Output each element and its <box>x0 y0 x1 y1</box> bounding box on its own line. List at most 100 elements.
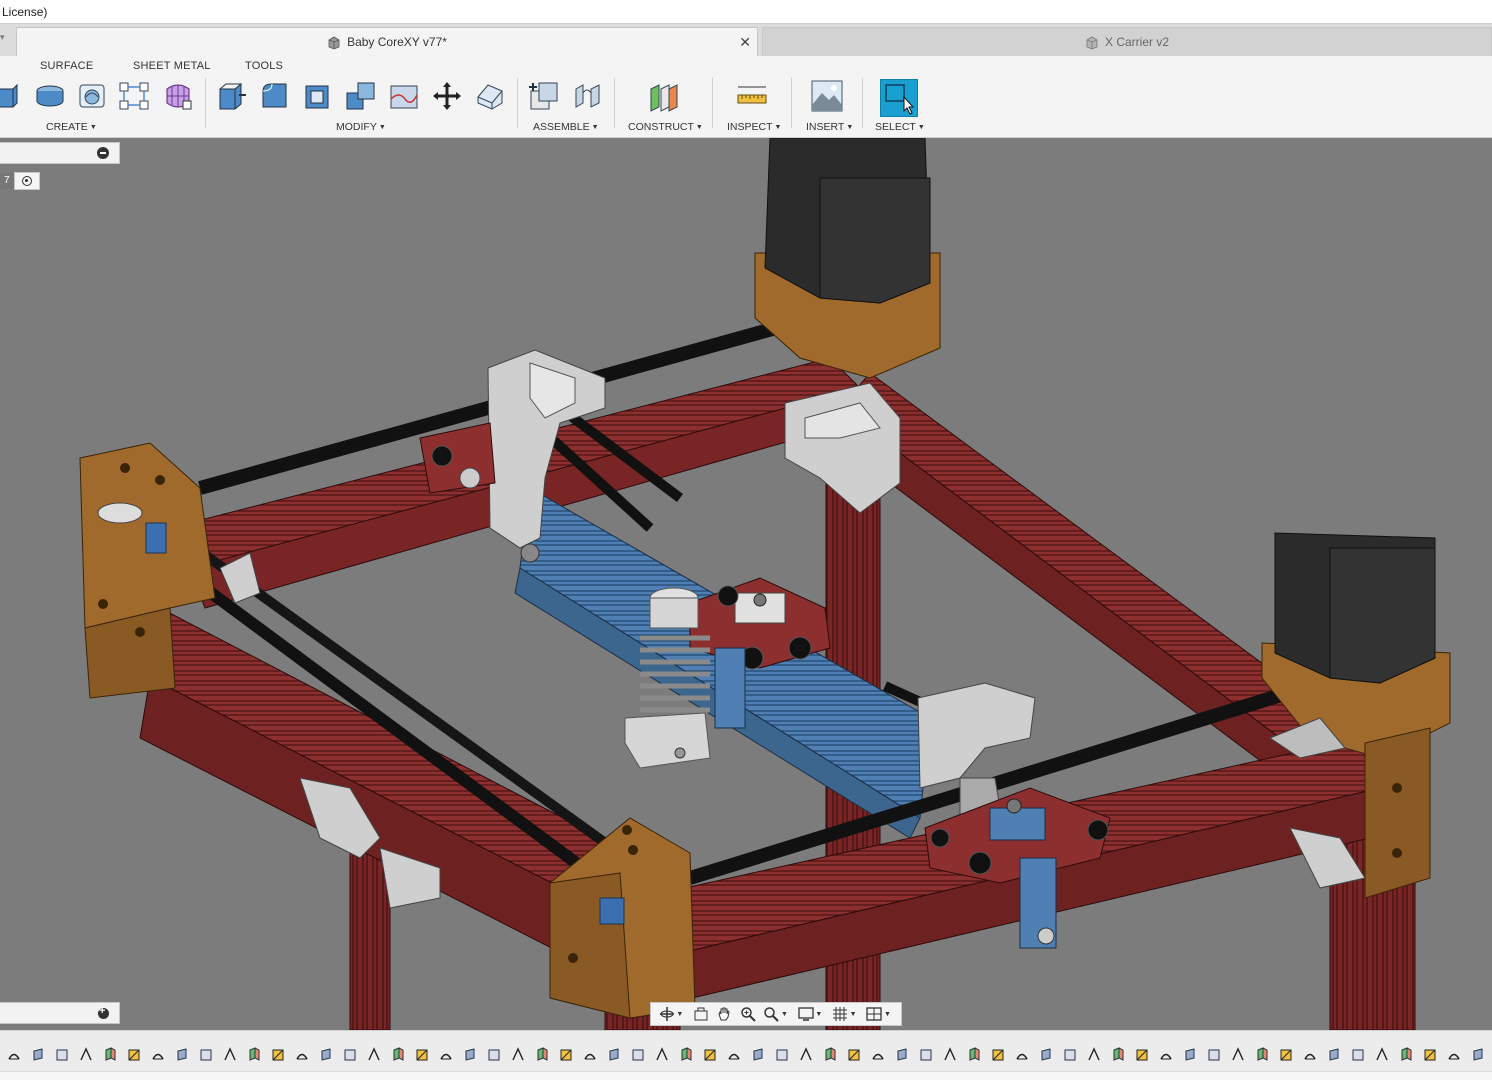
collapse-browser-icon[interactable] <box>97 147 109 159</box>
grid-dropdown-icon[interactable]: ▼ <box>850 1011 857 1018</box>
zoom-dropdown-icon[interactable]: ▼ <box>781 1011 788 1018</box>
workspace-tab-tools[interactable]: TOOLS <box>245 60 283 72</box>
modify-menu[interactable]: MODIFY ▼ <box>336 121 386 133</box>
timeline-feature-icon[interactable] <box>602 1045 626 1065</box>
joint-icon[interactable] <box>570 78 606 114</box>
zoom-icon[interactable] <box>738 1004 757 1024</box>
timeline-feature-icon[interactable] <box>122 1045 146 1065</box>
scale-icon[interactable] <box>472 78 508 114</box>
insert-menu[interactable]: INSERT ▼ <box>806 121 853 133</box>
timeline-feature-icon[interactable] <box>2 1045 26 1065</box>
viewports-dropdown-icon[interactable]: ▼ <box>884 1011 891 1018</box>
tab-baby-corexy[interactable]: Baby CoreXY v77* ✕ <box>16 27 758 56</box>
timeline-feature-icon[interactable] <box>266 1045 290 1065</box>
look-at-icon[interactable] <box>691 1004 710 1024</box>
timeline-feature-icon[interactable] <box>1322 1045 1346 1065</box>
timeline-feature-icon[interactable] <box>410 1045 434 1065</box>
timeline-feature-icon[interactable] <box>1298 1045 1322 1065</box>
timeline-feature-icon[interactable] <box>842 1045 866 1065</box>
timeline-feature-icon[interactable] <box>1082 1045 1106 1065</box>
loft-icon[interactable] <box>116 78 152 114</box>
timeline-feature-icon[interactable] <box>458 1045 482 1065</box>
timeline-feature-icon[interactable] <box>578 1045 602 1065</box>
timeline-feature-icon[interactable] <box>1418 1045 1442 1065</box>
timeline-feature-icon[interactable] <box>1202 1045 1226 1065</box>
timeline-feature-icon[interactable] <box>170 1045 194 1065</box>
timeline-feature-icon[interactable] <box>1034 1045 1058 1065</box>
timeline-feature-icon[interactable] <box>554 1045 578 1065</box>
sweep-icon[interactable] <box>74 78 110 114</box>
move-icon[interactable] <box>429 78 465 114</box>
timeline-feature-icon[interactable] <box>746 1045 770 1065</box>
shell-icon[interactable] <box>300 78 336 114</box>
tab-x-carrier[interactable]: X Carrier v2 <box>762 27 1492 56</box>
timeline-feature-icon[interactable] <box>650 1045 674 1065</box>
timeline-feature-icon[interactable] <box>674 1045 698 1065</box>
display-dropdown-icon[interactable]: ▼ <box>815 1011 822 1018</box>
activate-component-radio[interactable] <box>13 172 40 190</box>
timeline-feature-icon[interactable] <box>242 1045 266 1065</box>
new-component-icon[interactable] <box>526 78 562 114</box>
timeline-feature-icon[interactable] <box>938 1045 962 1065</box>
timeline-feature-icon[interactable] <box>1106 1045 1130 1065</box>
browser-panel-header[interactable] <box>0 142 120 164</box>
fillet-icon[interactable] <box>257 78 293 114</box>
timeline-feature-icon[interactable] <box>1154 1045 1178 1065</box>
corexy-model-render[interactable] <box>0 138 1492 1030</box>
timeline-feature-icon[interactable] <box>962 1045 986 1065</box>
form-icon[interactable] <box>160 78 196 114</box>
orbit-icon[interactable] <box>657 1004 676 1024</box>
timeline-feature-icon[interactable] <box>890 1045 914 1065</box>
timeline-feature-icon[interactable] <box>74 1045 98 1065</box>
fit-icon[interactable] <box>762 1004 781 1024</box>
display-settings-icon[interactable] <box>796 1004 815 1024</box>
timeline-feature-icon[interactable] <box>986 1045 1010 1065</box>
construct-menu[interactable]: CONSTRUCT ▼ <box>628 121 703 133</box>
assemble-menu[interactable]: ASSEMBLE ▼ <box>533 121 599 133</box>
browser-component-row[interactable]: 7 <box>0 172 40 190</box>
extrude-icon[interactable] <box>0 78 26 114</box>
workspace-tab-sheet-metal[interactable]: SHEET METAL <box>133 60 211 72</box>
timeline-feature-icon[interactable] <box>50 1045 74 1065</box>
canvas-viewport[interactable] <box>0 138 1492 1030</box>
timeline-feature-icon[interactable] <box>818 1045 842 1065</box>
orbit-dropdown-icon[interactable]: ▼ <box>676 1011 683 1018</box>
timeline-feature-icon[interactable] <box>1466 1045 1490 1065</box>
timeline-feature-icon[interactable] <box>1250 1045 1274 1065</box>
timeline-feature-icon[interactable] <box>722 1045 746 1065</box>
timeline-feature-icon[interactable] <box>146 1045 170 1065</box>
timeline-feature-icon[interactable] <box>386 1045 410 1065</box>
split-face-icon[interactable] <box>386 78 422 114</box>
measure-icon[interactable] <box>734 78 770 114</box>
pan-icon[interactable] <box>715 1004 734 1024</box>
timeline-feature-icon[interactable] <box>434 1045 458 1065</box>
timeline-feature-icon[interactable] <box>794 1045 818 1065</box>
inspect-menu[interactable]: INSPECT ▼ <box>727 121 781 133</box>
timeline-feature-icon[interactable] <box>770 1045 794 1065</box>
timeline-feature-icon[interactable] <box>1058 1045 1082 1065</box>
workspace-tab-surface[interactable]: SURFACE <box>40 60 93 72</box>
timeline-feature-icon[interactable] <box>1226 1045 1250 1065</box>
timeline-feature-icon[interactable] <box>1010 1045 1034 1065</box>
timeline-feature-icon[interactable] <box>530 1045 554 1065</box>
insert-image-icon[interactable] <box>809 78 845 114</box>
timeline-feature-icon[interactable] <box>866 1045 890 1065</box>
offset-plane-icon[interactable] <box>646 78 682 114</box>
add-comment-icon[interactable] <box>98 1005 109 1019</box>
timeline-feature-icon[interactable] <box>1370 1045 1394 1065</box>
tab-close-icon[interactable]: ✕ <box>739 28 751 56</box>
press-pull-icon[interactable] <box>214 78 250 114</box>
timeline-feature-icon[interactable] <box>1394 1045 1418 1065</box>
create-menu[interactable]: CREATE ▼ <box>46 121 97 133</box>
viewports-icon[interactable] <box>865 1004 884 1024</box>
select-menu[interactable]: SELECT ▼ <box>875 121 925 133</box>
timeline-feature-icon[interactable] <box>290 1045 314 1065</box>
tab-scroll-left-icon[interactable]: ▾ <box>0 32 10 42</box>
revolve-icon[interactable] <box>32 78 68 114</box>
select-icon[interactable] <box>880 79 918 117</box>
timeline-feature-icon[interactable] <box>698 1045 722 1065</box>
timeline-feature-icon[interactable] <box>194 1045 218 1065</box>
timeline-feature-icon[interactable] <box>362 1045 386 1065</box>
timeline-feature-icon[interactable] <box>626 1045 650 1065</box>
combine-icon[interactable] <box>343 78 379 114</box>
